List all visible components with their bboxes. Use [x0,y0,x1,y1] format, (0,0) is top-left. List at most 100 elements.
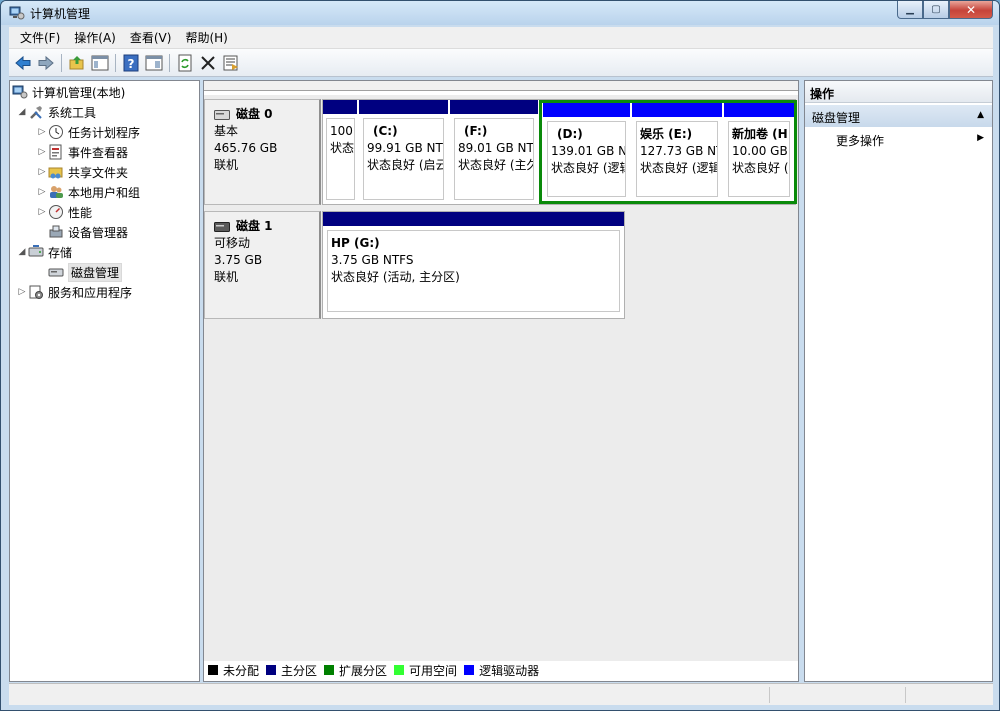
properties-icon[interactable] [144,53,164,73]
collapse-up-icon[interactable]: ▲ [977,110,984,120]
menu-help[interactable]: 帮助(H) [178,29,234,46]
actions-section-label: 磁盘管理 [812,111,861,125]
tree-item-task-scheduler[interactable]: ▷ 任务计划程序 [36,123,140,141]
tools-icon [28,104,44,120]
partition-state: 状态 [330,141,355,155]
collapsed-arrow-icon[interactable]: ▷ [36,207,48,217]
partition-name: (C:) [373,124,398,138]
maximize-button[interactable]: ▢ [923,1,949,19]
legend: 未分配 主分区 扩展分区 可用空间 逻辑驱动器 [208,661,546,679]
close-button[interactable]: ✕ [949,1,993,19]
disk-size: 3.75 GB [214,253,263,267]
title-bar[interactable]: 计算机管理 ▁ ▢ ✕ [1,1,999,25]
back-arrow-icon[interactable] [13,53,33,73]
tree-item-system-tools[interactable]: ◢ 系统工具 [16,103,96,121]
extended-partition[interactable]: (D:) 139.01 GB N 状态良好 (逻辑 娱乐 (E:) 127.73… [539,100,797,204]
collapsed-arrow-icon[interactable]: ▷ [36,147,48,157]
tree-item-services-apps[interactable]: ▷ 服务和应用程序 [16,283,132,301]
partition-name: HP (G:) [331,236,380,250]
legend-label: 逻辑驱动器 [479,663,540,678]
primary-partition-bar [359,100,448,114]
shared-folder-icon [48,164,64,180]
expanded-arrow-icon[interactable]: ◢ [16,107,28,117]
menu-action[interactable]: 操作(A) [67,29,123,46]
legend-extended: 扩展分区 [324,662,387,679]
volume-list-splitter[interactable] [204,81,798,91]
toolbar-separator [61,53,62,72]
show-tree-icon[interactable] [90,53,110,73]
collapsed-arrow-icon[interactable]: ▷ [36,167,48,177]
forward-arrow-icon[interactable] [36,53,56,73]
tree-item-storage[interactable]: ◢ 存储 [16,243,72,261]
collapsed-arrow-icon[interactable]: ▷ [16,287,28,297]
partition-size: 10.00 GB [732,144,788,158]
users-icon [48,184,64,200]
help-icon[interactable]: ? [121,53,141,73]
disk-management-icon [48,264,64,280]
tree-item-shared-folders[interactable]: ▷ 共享文件夹 [36,163,128,181]
partition-g[interactable]: HP (G:) 3.75 GB NTFS 状态良好 (活动, 主分区) [323,212,624,318]
disk-0-label[interactable]: 磁盘 0 基本 465.76 GB 联机 [204,99,321,205]
services-icon [28,284,44,300]
partition-name: (F:) [464,124,488,138]
window-title: 计算机管理 [30,7,91,21]
partition-c[interactable]: (C:) 99.91 GB NT 状态良好 (启云 [359,100,448,204]
partition-size: 3.75 GB NTFS [331,253,414,267]
partition-f[interactable]: (F:) 89.01 GB NT 状态良好 (主久 [450,100,538,204]
window-controls: ▁ ▢ ✕ [897,1,993,19]
legend-swatch [208,665,218,675]
logical-drive-bar [724,103,794,117]
toolbar-separator [115,53,116,72]
expanded-arrow-icon[interactable]: ◢ [16,247,28,257]
legend-label: 主分区 [281,663,318,678]
disk-type: 基本 [214,124,239,138]
disk-title: 磁盘 0 [214,106,310,123]
computer-management-icon [9,5,25,21]
tree-item-label: 计算机管理(本地) [32,85,126,100]
tree-item-label: 设备管理器 [68,225,129,240]
tree-item-label: 任务计划程序 [68,125,141,140]
export-icon[interactable] [221,53,241,73]
navigation-tree: 计算机管理(本地) ◢ 系统工具 ▷ 任务计划程序 ▷ 事件查看器 ▷ 共享文件… [9,80,200,682]
tree-item-performance[interactable]: ▷ 性能 [36,203,92,221]
primary-partition-bar [323,212,624,226]
legend-logical: 逻辑驱动器 [464,662,539,679]
partition-d[interactable]: (D:) 139.01 GB N 状态良好 (逻辑 [543,103,630,201]
tree-item-event-viewer[interactable]: ▷ 事件查看器 [36,143,128,161]
tree-item-device-manager[interactable]: 设备管理器 [48,223,128,241]
up-folder-icon[interactable] [67,53,87,73]
tree-item-local-users[interactable]: ▷ 本地用户和组 [36,183,140,201]
disk-1-label[interactable]: 磁盘 1 可移动 3.75 GB 联机 [204,211,321,319]
minimize-button[interactable]: ▁ [897,1,923,19]
partition-h[interactable]: 新加卷 (H 10.00 GB 状态良好 ( [724,103,794,201]
tree-item-root[interactable]: 计算机管理(本地) [12,83,125,101]
partition-system-reserved[interactable]: 100 状态 [323,100,357,204]
partition-size: 139.01 GB N [551,144,626,158]
partition-state: 状态良好 (主久 [458,158,534,172]
tree-item-disk-management[interactable]: 磁盘管理 [48,262,123,282]
tree-item-label: 存储 [48,245,73,260]
partition-name: (D:) [557,127,583,141]
actions-section-disk-management[interactable]: 磁盘管理 ▲ [805,105,992,127]
collapsed-arrow-icon[interactable]: ▷ [36,127,48,137]
actions-header: 操作 [805,81,992,103]
more-actions-item[interactable]: 更多操作 ▶ [836,132,992,149]
collapsed-arrow-icon[interactable]: ▷ [36,187,48,197]
disk-name: 磁盘 1 [236,219,273,233]
tree-item-label: 服务和应用程序 [48,285,133,300]
disk-map: 磁盘 0 基本 465.76 GB 联机 100 状态 (C:) 99.91 G… [204,95,798,661]
menu-file[interactable]: 文件(F) [13,29,67,46]
more-actions-label: 更多操作 [836,134,885,148]
disk-status: 联机 [214,158,239,172]
legend-primary: 主分区 [266,662,317,679]
partition-size: 99.91 GB NT [367,141,443,155]
hard-disk-icon [214,109,230,120]
event-log-icon [48,144,64,160]
partition-size: 89.01 GB NT [458,141,534,155]
legend-label: 扩展分区 [339,663,388,678]
menu-view[interactable]: 查看(V) [123,29,179,46]
partition-e[interactable]: 娱乐 (E:) 127.73 GB NT 状态良好 (逻辑 [632,103,722,201]
partition-name: 娱乐 (E:) [640,127,693,141]
refresh-icon[interactable] [175,53,195,73]
delete-icon[interactable] [198,53,218,73]
